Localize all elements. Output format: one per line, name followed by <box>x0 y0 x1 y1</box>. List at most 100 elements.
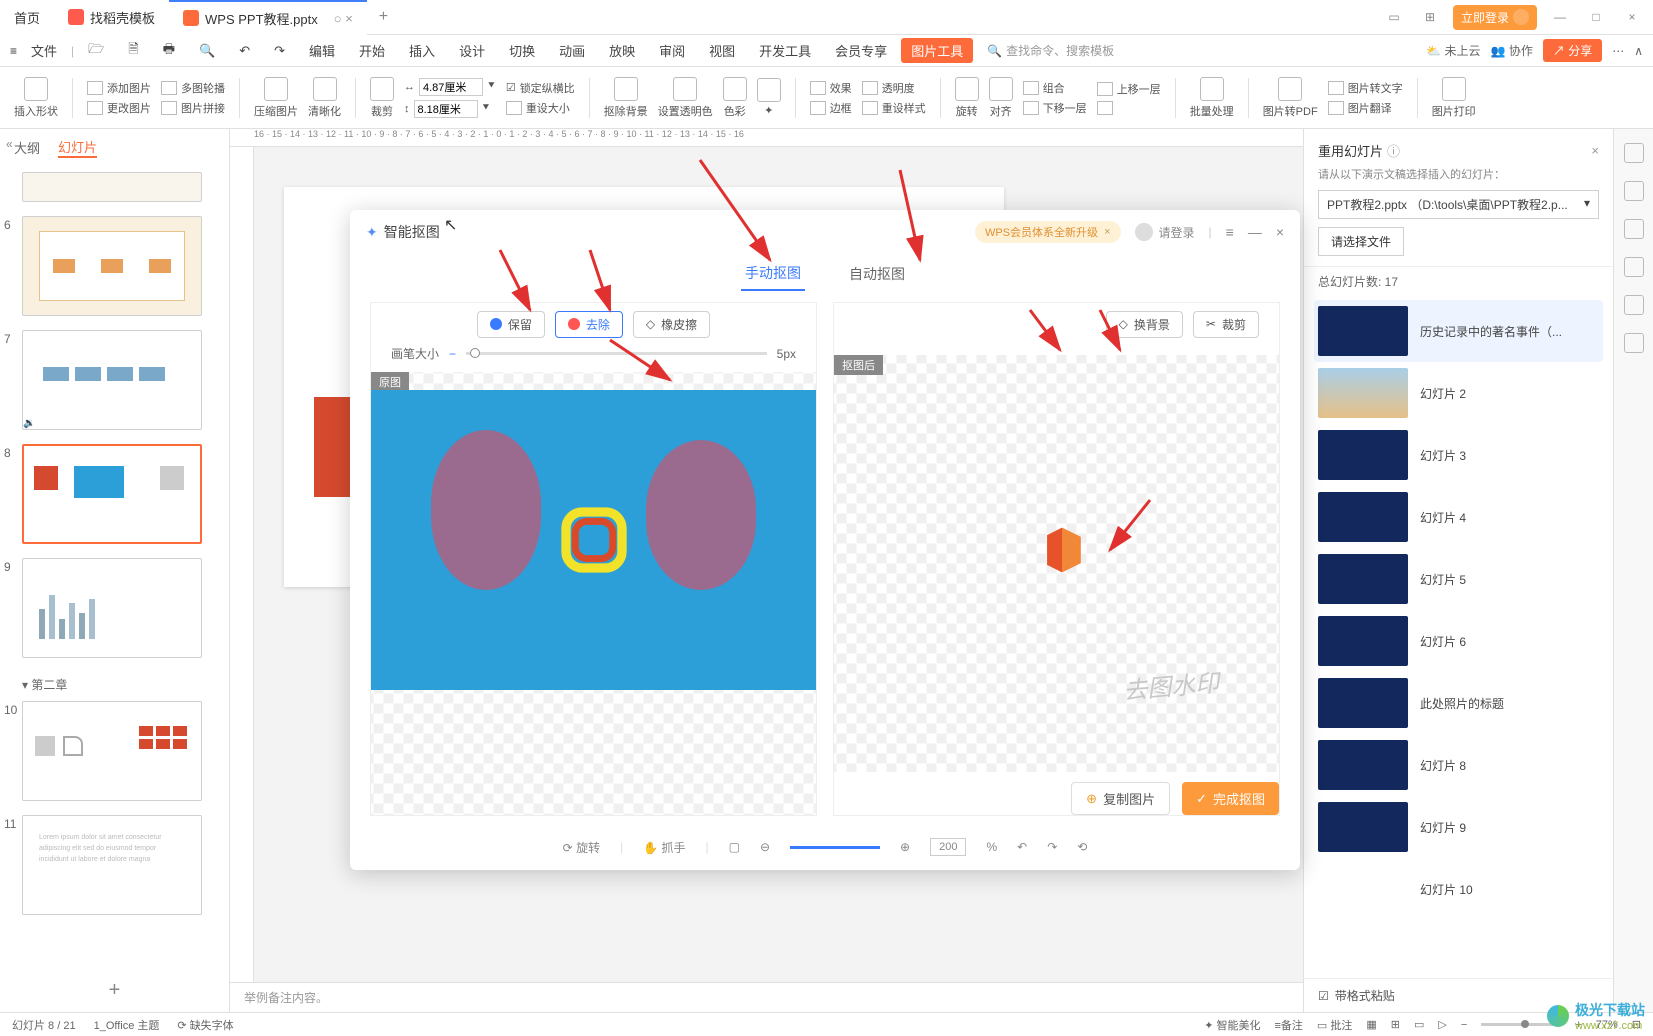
tab-add-button[interactable]: + <box>367 8 400 26</box>
ribbon-clarity[interactable]: 清晰化 <box>308 77 341 119</box>
qat-redo[interactable]: ↷ <box>264 39 295 63</box>
menu-more-icon[interactable]: ⋯ <box>1612 44 1624 58</box>
ribbon-insert-shape[interactable]: 插入形状 <box>14 77 58 119</box>
ribbon-reset-size[interactable]: 重设大小 <box>506 100 575 116</box>
reuse-slide-item[interactable]: 幻灯片 2 <box>1314 362 1603 424</box>
menu-picture-tools[interactable]: 图片工具 <box>901 38 973 63</box>
zoom-value-box[interactable]: 200 <box>930 838 966 856</box>
original-image-area[interactable]: 原图 <box>371 372 816 815</box>
zoom-in-tool[interactable]: ⊕ <box>900 840 910 854</box>
menu-chevron-icon[interactable]: ∧ <box>1634 44 1643 58</box>
menu-review[interactable]: 审阅 <box>649 37 695 64</box>
status-beautify[interactable]: ✦ 智能美化 <box>1204 1017 1260 1033</box>
change-bg-button[interactable]: ◇换背景 <box>1106 311 1183 338</box>
eraser-button[interactable]: ◇橡皮擦 <box>633 311 710 338</box>
badge-close-icon[interactable]: × <box>1104 226 1110 238</box>
ribbon-crop[interactable]: 裁剪 <box>370 77 394 119</box>
menu-animation[interactable]: 动画 <box>549 37 595 64</box>
ribbon-up[interactable]: 上移一层 <box>1097 81 1161 97</box>
slide-thumb-8[interactable]: 8 <box>22 444 215 544</box>
ribbon-transparent[interactable]: 设置透明色 <box>658 77 713 119</box>
ribbon-remove-bg[interactable]: 抠除背景 <box>604 77 648 119</box>
reuse-slide-item[interactable]: 幻灯片 3 <box>1314 424 1603 486</box>
crop-button[interactable]: ✂裁剪 <box>1193 311 1259 338</box>
thumbnail-list[interactable]: 6 7🔉 8 9 ▾ 第二章 10 11Lorem ipsum dolor si… <box>0 166 229 969</box>
file-dropdown[interactable]: PPT教程2.pptx （D:\tools\桌面\PPT教程2.p...▾ <box>1318 190 1599 219</box>
menu-transition[interactable]: 切换 <box>499 37 545 64</box>
status-comments[interactable]: ▭ 批注 <box>1317 1017 1352 1033</box>
menu-member[interactable]: 会员专享 <box>825 37 897 64</box>
command-search[interactable]: 🔍 查找命令、搜索模板 <box>987 42 1114 59</box>
tab-document[interactable]: WPS PPT教程.pptx ○ × <box>169 0 367 35</box>
zoom-out-tool[interactable]: ⊖ <box>760 840 770 854</box>
ribbon-reset-style[interactable]: 重设样式 <box>862 100 926 116</box>
tab-auto-cutout[interactable]: 自动抠图 <box>845 258 909 290</box>
reuse-slide-item[interactable]: 幻灯片 6 <box>1314 610 1603 672</box>
cloud-status[interactable]: ⛅ 未上云 <box>1426 42 1480 59</box>
login-button[interactable]: 立即登录 <box>1453 5 1537 30</box>
hand-tool[interactable]: ✋ 抓手 <box>643 839 685 856</box>
tab-outline[interactable]: 大纲 <box>14 138 40 157</box>
copy-image-button[interactable]: ⊕复制图片 <box>1071 782 1170 815</box>
share-button[interactable]: ↗ 分享 <box>1543 39 1602 62</box>
ribbon-add-image[interactable]: 添加图片 <box>87 80 151 96</box>
ribbon-height[interactable]: ↕ ⯆ <box>404 100 496 118</box>
ribbon-transparency[interactable]: 透明度 <box>862 80 926 96</box>
refresh-tool[interactable]: ⟲ <box>1077 840 1087 854</box>
status-theme[interactable]: 1_Office 主题 <box>94 1017 160 1033</box>
member-badge[interactable]: WPS会员体系全新升级× <box>975 221 1121 243</box>
qat-more[interactable]: 🔍 <box>189 39 225 63</box>
status-missing-font[interactable]: ⟳ 缺失字体 <box>177 1017 233 1033</box>
rail-icon-1[interactable] <box>1624 143 1644 163</box>
tab-templates[interactable]: 找稻壳模板 <box>54 0 169 35</box>
add-slide-button[interactable]: + <box>0 969 229 1012</box>
rotate-tool[interactable]: ⟳ 旋转 <box>563 839 600 856</box>
panel-close-icon[interactable]: × <box>1591 143 1599 158</box>
remove-button[interactable]: 去除 <box>555 311 623 338</box>
layout-icon[interactable]: ▭ <box>1381 4 1407 30</box>
ribbon-translate[interactable]: 图片翻译 <box>1328 100 1403 116</box>
ribbon-image-collage[interactable]: 图片拼接 <box>161 100 225 116</box>
notes-area[interactable]: 举例备注内容。 <box>230 982 1303 1012</box>
done-cutout-button[interactable]: ✓完成抠图 <box>1182 782 1279 815</box>
reuse-slide-item[interactable]: 幻灯片 10 <box>1314 858 1603 920</box>
zoom-out-icon[interactable]: − <box>1461 1019 1467 1031</box>
ribbon-lock-ratio[interactable]: ☑ 锁定纵横比 <box>506 80 575 96</box>
undo-tool[interactable]: ↶ <box>1017 840 1027 854</box>
ribbon-sparkle[interactable]: ✦ <box>757 78 781 117</box>
ribbon-select[interactable] <box>1097 101 1161 115</box>
ribbon-down[interactable]: 下移一层 <box>1023 100 1087 116</box>
rail-icon-4[interactable] <box>1624 257 1644 277</box>
collab-button[interactable]: 👥 协作 <box>1491 42 1533 59</box>
view-reading-icon[interactable]: ▭ <box>1414 1018 1424 1031</box>
grid-icon[interactable]: ⊞ <box>1417 4 1443 30</box>
qat-print[interactable]: 🗎 <box>118 36 148 66</box>
brush-slider[interactable] <box>466 352 767 355</box>
tab-close-icon[interactable]: ○ × <box>334 11 353 26</box>
fit-tool[interactable]: ▢ <box>729 840 740 854</box>
collapse-left-icon[interactable]: « <box>6 137 13 151</box>
ribbon-to-pdf[interactable]: 图片转PDF <box>1263 77 1318 119</box>
slide-thumb-6[interactable]: 6 <box>22 216 215 316</box>
dialog-close-icon[interactable]: × <box>1276 224 1284 240</box>
width-input[interactable] <box>419 78 483 96</box>
reuse-slide-item[interactable]: 幻灯片 5 <box>1314 548 1603 610</box>
qat-save[interactable]: 🗁 <box>78 36 114 66</box>
result-image-area[interactable]: 抠图后 去图水印 <box>834 355 1279 772</box>
zoom-bar[interactable] <box>790 846 880 849</box>
slide-thumb-10[interactable]: 10 <box>22 701 215 801</box>
close-button[interactable]: × <box>1619 4 1645 30</box>
menu-view[interactable]: 视图 <box>699 37 745 64</box>
select-file-button[interactable]: 请选择文件 <box>1318 227 1404 256</box>
view-normal-icon[interactable]: ▦ <box>1366 1018 1376 1031</box>
view-sorter-icon[interactable]: ⊞ <box>1391 1018 1400 1031</box>
ribbon-border[interactable]: 边框 <box>810 100 852 116</box>
menu-edit[interactable]: 编辑 <box>299 37 345 64</box>
ribbon-change-image[interactable]: 更改图片 <box>87 100 151 116</box>
dialog-menu-icon[interactable]: ≡ <box>1226 224 1234 240</box>
redo-tool[interactable]: ↷ <box>1047 840 1057 854</box>
menu-start[interactable]: 开始 <box>349 37 395 64</box>
qat-preview[interactable]: 🖶 <box>153 36 185 66</box>
slide-thumb-9[interactable]: 9 <box>22 558 215 658</box>
slide-thumb-partial[interactable] <box>22 172 215 202</box>
